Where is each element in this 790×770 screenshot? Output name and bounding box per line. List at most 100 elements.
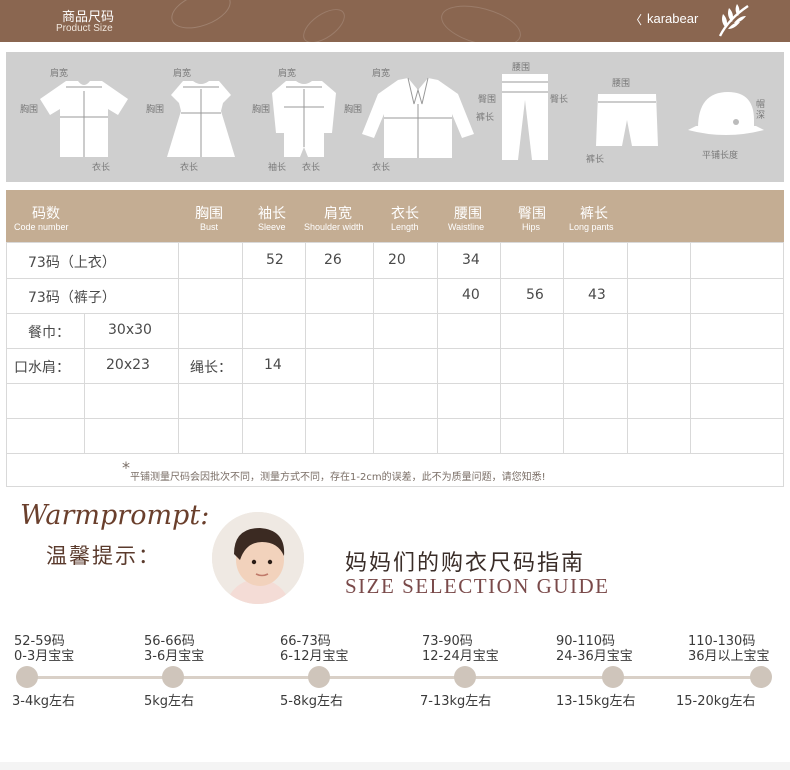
table-cell-label: 73码（裤子） (28, 290, 116, 306)
size-table-body: 73码（上衣） 52 26 20 34 73码（裤子） 40 56 43 餐巾：… (6, 242, 784, 487)
table-cell-waist: 40 (462, 287, 480, 303)
table-rule (6, 486, 784, 487)
table-rule (305, 242, 306, 453)
table-rule (373, 242, 374, 453)
pants-length-label: 裤长 (476, 113, 495, 123)
timeline-age: 36月以上宝宝 (688, 649, 770, 664)
table-rule (242, 242, 243, 453)
table-cell-cord-label: 绳长： (190, 360, 232, 376)
timeline-weight: 15-20kg左右 (676, 694, 756, 709)
romper-sleeve-label: 袖长 (268, 163, 287, 173)
table-rule (500, 242, 501, 453)
header-shoulder-zh: 肩宽 (324, 206, 352, 222)
romper-shoulder-label: 肩宽 (278, 69, 297, 79)
warm-prompt-title: 温馨提示： (46, 544, 161, 568)
chevron-left-icon[interactable]: 〈 (630, 11, 642, 28)
guide-title-zh: 妈妈们的购衣尺码指南 (345, 551, 586, 576)
timeline-size: 110-130码 (688, 634, 756, 649)
jacket-chest-label: 胸围 (344, 105, 363, 115)
table-cell-waist: 34 (462, 252, 480, 268)
guide-title-en: SIZE SELECTION GUIDE (345, 574, 610, 598)
header-waist-zh: 腰围 (454, 206, 482, 222)
timeline-weight: 5-8kg左右 (280, 694, 344, 709)
timeline-weight: 3-4kg左右 (12, 694, 76, 709)
header-length-zh: 衣长 (391, 206, 419, 222)
leaf-decoration (166, 0, 236, 36)
timeline-weight: 13-15kg左右 (556, 694, 636, 709)
header-shoulder-en: Shoulder width (304, 222, 364, 232)
table-rule (6, 348, 784, 349)
table-rule (6, 453, 784, 454)
header-code-zh: 码数 (32, 206, 60, 222)
hat-flat-length-label: 平铺长度 (702, 151, 739, 161)
table-rule (6, 383, 784, 384)
timeline-weight: 5kg左右 (144, 694, 195, 709)
header-bust-en: Bust (200, 222, 219, 232)
table-rule (6, 278, 784, 279)
jacket-length-label: 衣长 (372, 163, 391, 173)
header-pants-zh: 裤长 (580, 206, 608, 222)
jacket-shoulder-label: 肩宽 (372, 69, 391, 79)
header-hips-zh: 臀围 (518, 206, 546, 222)
header-code-en: Code number (14, 222, 69, 232)
table-rule (6, 242, 784, 243)
timeline-age: 24-36月宝宝 (556, 649, 633, 664)
header-bust-zh: 胸围 (195, 206, 223, 222)
baby-photo (212, 512, 304, 604)
romper-icon (272, 81, 336, 157)
table-cell-cord: 14 (264, 357, 282, 373)
header-sleeve-zh: 袖长 (258, 206, 286, 222)
size-table-header: 码数 Code number 胸围 Bust 袖长 Sleeve 肩宽 Shou… (6, 190, 784, 242)
table-rule (6, 313, 784, 314)
timeline-dot (454, 666, 476, 688)
table-cell-hips: 56 (526, 287, 544, 303)
leaf-decoration (436, 0, 526, 54)
timeline-dot (162, 666, 184, 688)
table-cell-sleeve: 52 (266, 252, 284, 268)
shorts-icon (596, 94, 658, 146)
timeline-dot (308, 666, 330, 688)
leaf-decoration (297, 2, 351, 50)
timeline-dot (16, 666, 38, 688)
header-pants-en: Long pants (569, 222, 614, 232)
header-waist-en: Waistline (448, 222, 485, 232)
note-asterisk: * (122, 458, 130, 477)
warm-prompt-script: Warmprompt: (20, 500, 210, 531)
garment-illustrations: 肩宽 胸围 衣长 肩宽 胸围 衣长 肩宽 胸围 袖长 衣长 肩宽 胸围 衣长 腰… (6, 52, 784, 182)
header-length-en: Length (391, 222, 419, 232)
size-timeline-track (26, 676, 762, 679)
jacket-icon (362, 77, 474, 158)
timeline-weight: 7-13kg左右 (420, 694, 492, 709)
table-rule (563, 242, 564, 453)
timeline-size: 73-90码 (422, 634, 473, 649)
table-rule (178, 242, 179, 453)
timeline-age: 6-12月宝宝 (280, 649, 349, 664)
table-rule (627, 242, 628, 453)
timeline-dot (602, 666, 624, 688)
tshirt-icon (40, 81, 128, 157)
table-cell-label: 餐巾： (28, 325, 70, 341)
table-rule (6, 418, 784, 419)
brand-name[interactable]: karabear (647, 11, 698, 26)
table-cell-shoulder: 26 (324, 252, 342, 268)
hat-icon (688, 92, 764, 135)
bottom-divider (0, 762, 790, 770)
pants-hips-label: 臀围 (478, 95, 497, 105)
measurement-note: 平铺测量尺码会因批次不同，测量方式不同，存在1-2cm的误差，此不为质量问题，请… (130, 472, 546, 483)
dress-shoulder-label: 肩宽 (173, 69, 192, 79)
table-rule (84, 313, 85, 453)
table-cell-label: 73码（上衣） (28, 255, 116, 271)
table-cell-size: 20x23 (106, 357, 150, 373)
table-rule (6, 242, 7, 487)
table-cell-length: 20 (388, 252, 406, 268)
tshirt-shoulder-label: 肩宽 (50, 69, 69, 79)
table-cell-size: 30x30 (108, 322, 152, 338)
romper-chest-label: 胸围 (252, 105, 271, 115)
timeline-size: 66-73码 (280, 634, 331, 649)
shorts-length-label: 裤长 (586, 155, 605, 165)
shorts-waist-label: 腰围 (612, 79, 631, 89)
pants-waist-label: 腰围 (512, 63, 531, 73)
wheat-logo-icon (718, 4, 749, 37)
timeline-dot (750, 666, 772, 688)
dress-length-label: 衣长 (180, 163, 199, 173)
